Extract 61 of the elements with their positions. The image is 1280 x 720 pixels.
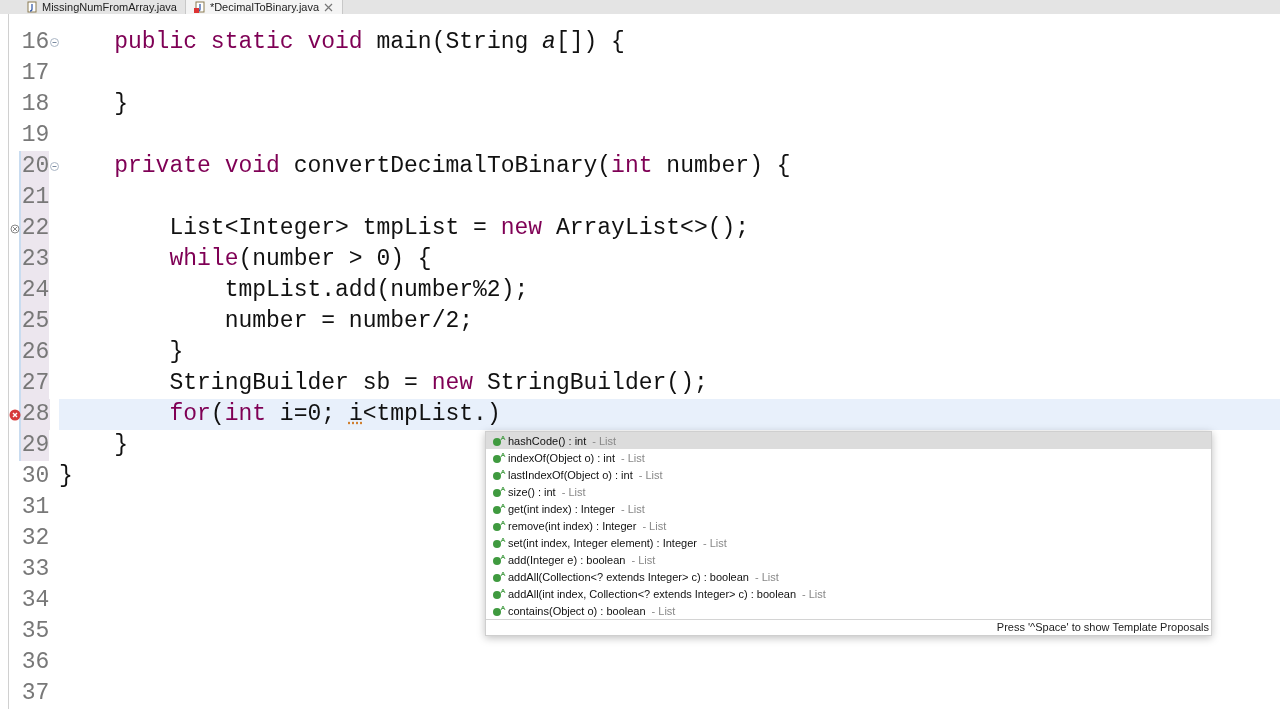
code-line: }	[113, 431, 128, 460]
line-number: 33	[20, 555, 50, 584]
public-method-icon	[492, 502, 506, 515]
completion-item[interactable]: indexOf(Object o) : int - List	[486, 449, 1211, 466]
line-number: 37	[20, 679, 50, 708]
code-line: number = number/2;	[223, 307, 474, 336]
public-method-icon	[492, 587, 506, 600]
close-icon	[323, 1, 335, 13]
code-line: while(number > 0) {	[168, 245, 432, 274]
completion-item[interactable]: addAll(Collection<? extends Integer> c) : boolean - List	[486, 568, 1211, 585]
line-number: 23	[20, 244, 50, 275]
code-line: StringBuilder sb = new StringBuilder();	[168, 369, 708, 398]
editor-tab[interactable]: *DecimalToBinary.java	[185, 0, 344, 14]
proposals-hint: Press '^Space' to show Template Proposals	[486, 619, 1211, 635]
completion-item[interactable]: lastIndexOf(Object o) : int - List	[486, 466, 1211, 483]
line-number: 22	[20, 213, 50, 244]
line-number: 29	[20, 430, 50, 461]
code-line: List<Integer> tmpList = new ArrayList<>();	[168, 214, 750, 243]
line-number: 17	[20, 59, 50, 88]
line-number: 32	[20, 524, 50, 553]
line-number: 18	[20, 90, 50, 119]
line-number: 31	[20, 493, 50, 522]
java-file-icon	[26, 1, 38, 13]
completion-item[interactable]: size() : int - List	[486, 483, 1211, 500]
completion-item[interactable]: add(Integer e) : boolean - List	[486, 551, 1211, 568]
code-line: for(int i=0; i<tmpList.)	[168, 400, 501, 429]
editor-tab[interactable]: MissingNumFromArray.java	[0, 0, 186, 14]
line-number: 26	[20, 337, 50, 368]
code-line: tmpList.add(number%2);	[223, 276, 529, 305]
completion-item[interactable]: hashCode() : int - List	[486, 432, 1211, 449]
code-line: private void convertDecimalToBinary(int number) {	[113, 152, 791, 181]
public-method-icon	[492, 468, 506, 481]
completion-item[interactable]: get(int index) : Integer - List	[486, 500, 1211, 517]
public-method-icon	[492, 553, 506, 566]
public-method-icon	[492, 434, 506, 447]
public-method-icon	[492, 451, 506, 464]
line-number: 28	[21, 399, 50, 430]
code-line: }	[113, 90, 128, 119]
line-number: 16	[20, 28, 50, 57]
public-method-icon	[492, 570, 506, 583]
completion-item[interactable]: set(int index, Integer element) : Integer - List	[486, 534, 1211, 551]
code-line: }	[59, 462, 73, 491]
line-number: 21	[20, 182, 50, 213]
completion-item[interactable]: remove(int index) : Integer - List	[486, 517, 1211, 534]
public-method-icon	[492, 519, 506, 532]
completion-item[interactable]: contains(Object o) : boolean - List	[486, 602, 1211, 619]
code-line: public static void main(String a[]) {	[113, 28, 625, 57]
line-number: 34	[20, 586, 50, 615]
line-number: 36	[20, 648, 50, 677]
code-line: }	[168, 338, 184, 367]
line-number: 30	[20, 462, 50, 491]
completion-item[interactable]: addAll(int index, Collection<? extends Integer> c) : boolean - List	[486, 585, 1211, 602]
public-method-icon	[492, 485, 506, 498]
line-number: 27	[20, 368, 50, 399]
public-method-icon	[492, 604, 506, 617]
line-number: 35	[20, 617, 50, 646]
line-number: 24	[20, 275, 50, 306]
line-number: 25	[20, 306, 50, 337]
line-number: 20	[20, 151, 50, 182]
line-number: 19	[20, 121, 50, 150]
public-method-icon	[492, 536, 506, 549]
